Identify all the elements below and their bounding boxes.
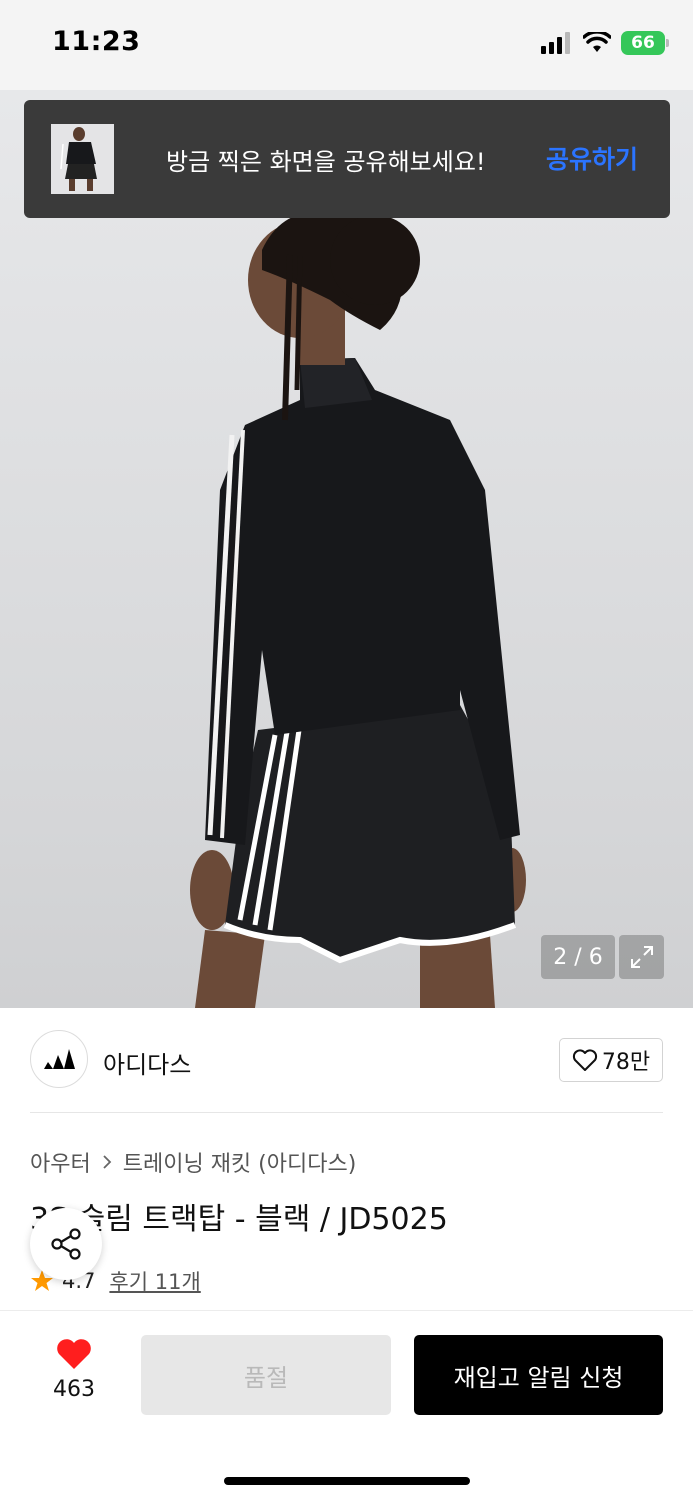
expand-button[interactable]	[619, 935, 664, 979]
adidas-logo-icon	[44, 1049, 75, 1069]
brand-like-button[interactable]: 78만	[559, 1038, 663, 1082]
status-bar: 11:23 66	[0, 0, 693, 90]
image-counter: 2 / 6	[541, 935, 615, 979]
brand-like-count: 78만	[601, 1050, 651, 1075]
heart-outline-icon	[572, 1049, 597, 1071]
bottom-action-bar: 463 품절 재입고 알림 신청	[0, 1310, 693, 1500]
restock-alert-button[interactable]: 재입고 알림 신청	[414, 1335, 663, 1415]
divider	[30, 1112, 663, 1113]
share-icon	[51, 1228, 81, 1260]
chevron-right-icon	[103, 1155, 112, 1169]
signal-icon	[541, 32, 570, 54]
wish-button[interactable]: 463	[40, 1337, 108, 1402]
status-time: 11:23	[52, 26, 141, 57]
product-image[interactable]	[0, 90, 693, 1008]
thumbnail-image	[51, 124, 114, 194]
brand-name[interactable]: 아디다스	[103, 1045, 191, 1080]
wifi-icon	[583, 32, 611, 52]
expand-icon	[630, 946, 653, 968]
share-button[interactable]: 공유하기	[546, 140, 638, 176]
toast-thumbnail	[51, 124, 114, 194]
product-photo	[190, 211, 526, 1008]
status-icons: 66	[541, 30, 669, 56]
toast-message: 방금 찍은 화면을 공유해보세요!	[166, 148, 486, 176]
battery-level: 66	[631, 33, 655, 53]
battery-icon: 66	[621, 31, 669, 55]
brand-row[interactable]: 아디다스 78만	[30, 1030, 663, 1090]
review-link[interactable]: 후기 11개	[109, 1266, 200, 1296]
breadcrumb-category[interactable]: 아우터	[30, 1146, 91, 1178]
heart-filled-icon	[57, 1339, 91, 1369]
share-toast: 방금 찍은 화면을 공유해보세요! 공유하기	[24, 100, 670, 218]
brand-logo[interactable]	[30, 1030, 88, 1088]
breadcrumb-subcategory[interactable]: 트레이닝 재킷 (아디다스)	[123, 1146, 357, 1178]
wish-count: 463	[53, 1377, 95, 1402]
home-indicator	[224, 1477, 470, 1485]
share-fab[interactable]	[30, 1208, 102, 1280]
soldout-button: 품절	[141, 1335, 391, 1415]
breadcrumb: 아우터 트레이닝 재킷 (아디다스)	[30, 1146, 356, 1178]
